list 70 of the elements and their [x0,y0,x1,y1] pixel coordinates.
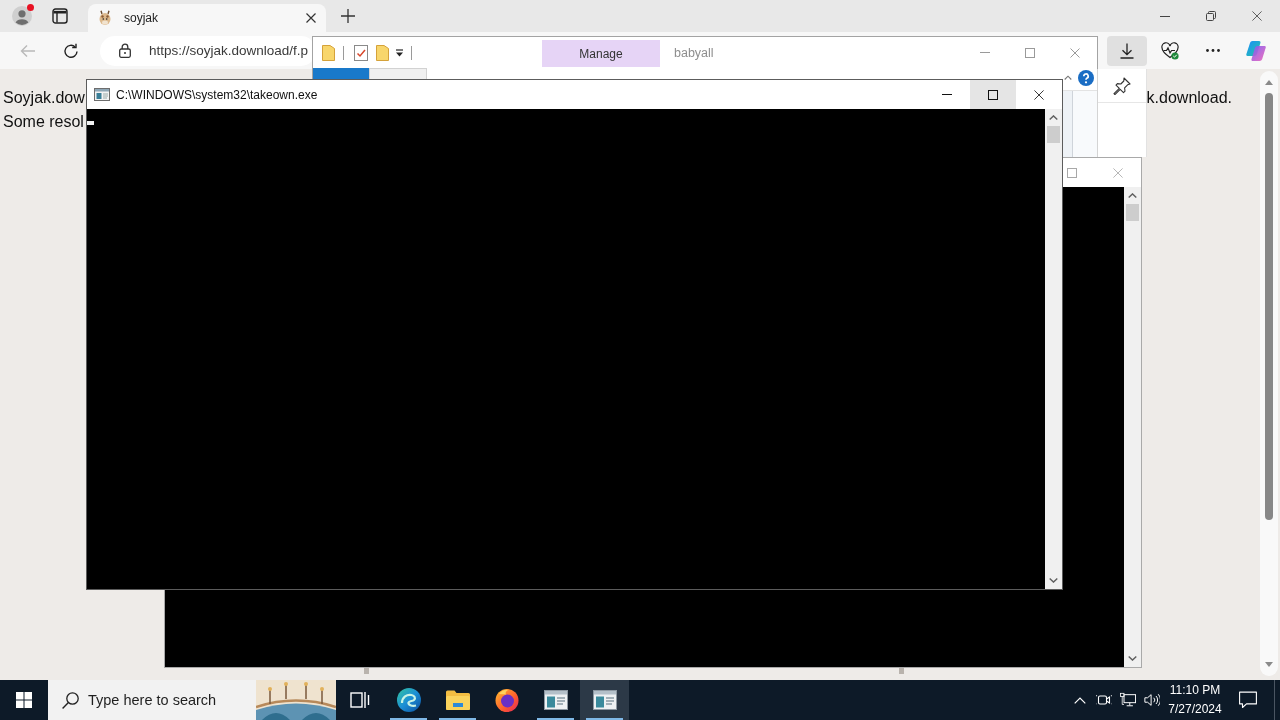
scroll-up-icon[interactable] [1128,193,1137,198]
scroll-down-icon[interactable] [1049,578,1058,583]
close-icon [306,13,316,23]
search-icon [62,691,79,709]
notification-icon [1239,691,1257,709]
maximize-icon [988,89,998,100]
scrollbar-thumb[interactable] [1047,126,1060,143]
monitor-icon[interactable] [1120,692,1136,708]
maximize-icon [1024,47,1035,58]
heart-pulse-icon [1161,41,1179,60]
clock-time: 11:10 PM [1169,682,1221,699]
browser-tab[interactable]: soyjak [88,4,326,32]
scroll-down-icon[interactable] [1128,656,1137,661]
clock[interactable]: 11:10 PM 7/27/2024 [1164,681,1226,719]
back-arrow-icon [20,42,36,59]
close-icon [1252,11,1262,21]
page-text: k.download. [1146,89,1232,107]
scrollbar[interactable] [1124,187,1141,667]
console-app-icon [94,88,110,101]
more-icon [1206,49,1220,52]
search-input[interactable]: Type here to search [88,690,248,710]
caret-icon[interactable] [395,48,404,57]
clock-date: 7/27/2024 [1168,701,1222,718]
search-bar[interactable]: Type here to search [48,680,336,720]
folder-icon[interactable] [322,44,335,61]
close-icon [1069,47,1080,58]
taskbar-app-button[interactable] [580,680,629,720]
pane-background [1063,91,1097,157]
minimize-icon [942,94,952,95]
scroll-down-icon[interactable] [1265,662,1273,667]
scroll-up-icon[interactable] [1049,115,1058,120]
giraffe-icon [97,10,113,26]
app-window-icon [592,690,617,710]
close-icon [1113,167,1123,178]
app-window-icon [543,690,568,710]
maximize-button[interactable] [970,80,1016,109]
globe-icon [494,688,519,712]
page-text: Soyjak.dow [3,89,85,107]
window-title: babyall [674,45,714,60]
page-tick-icon[interactable] [354,44,368,61]
scrollbar-thumb[interactable] [1265,93,1273,520]
task-view-icon [350,690,370,710]
maximize-icon [1067,167,1077,178]
contextual-tab-header: Manage [542,40,660,67]
wave-logo-icon [396,688,421,712]
minimize-icon [1160,15,1170,17]
pin-icon [1113,76,1131,95]
windows-logo-icon [16,692,32,708]
help-icon[interactable] [1078,70,1094,86]
window-title: C:\WINDOWS\system32\takeown.exe [116,87,318,102]
plus-icon [341,9,355,23]
download-icon [1119,42,1135,59]
scrollbar[interactable] [1045,109,1062,589]
folder-icon [445,690,470,710]
scroll-up-icon[interactable] [1265,80,1273,85]
downloads-button[interactable] [1107,35,1147,66]
speaker-icon[interactable] [1144,692,1160,708]
camera-icon[interactable] [1096,692,1112,708]
person-icon [12,6,32,26]
folder-icon[interactable] [376,44,389,61]
minimize-icon [979,52,990,53]
close-icon [1034,89,1044,100]
ribbon-logo-icon [1246,40,1266,61]
refresh-icon [63,42,79,59]
tab-actions-icon [52,8,68,24]
restore-icon [1206,11,1216,21]
scrollbar-thumb[interactable] [1126,204,1139,221]
scrollbar[interactable] [1260,71,1278,676]
page-text: Some resol [3,113,84,131]
lock-icon [119,43,131,58]
